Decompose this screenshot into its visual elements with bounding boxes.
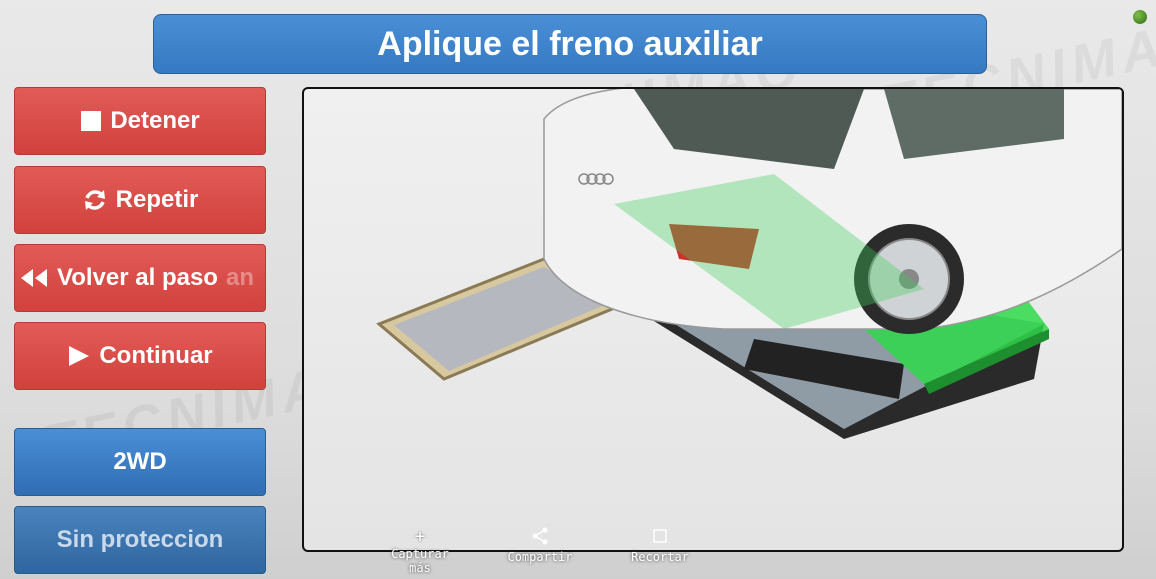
plus-icon: +	[414, 526, 426, 547]
crop-icon	[651, 527, 669, 550]
back-button-label-overflow: an	[225, 264, 254, 291]
back-button-label: Volver al paso	[57, 264, 218, 291]
brake-test-illustration	[376, 89, 1122, 439]
rewind-icon	[19, 267, 49, 289]
continue-button[interactable]: Continuar	[14, 322, 266, 390]
repeat-button[interactable]: Repetir	[14, 166, 266, 234]
drive-mode-label: 2WD	[113, 448, 167, 475]
play-icon	[67, 344, 91, 368]
capture-label-cont: más	[409, 561, 431, 575]
stop-button[interactable]: Detener	[14, 87, 266, 155]
share-label: Compartir	[507, 550, 573, 564]
share-icon	[531, 527, 549, 550]
stop-icon	[80, 110, 102, 132]
back-button[interactable]: Volver al paso an	[14, 244, 266, 312]
capture-more-button[interactable]: + Capturar más	[380, 527, 460, 577]
crop-label: Recortar	[631, 550, 689, 564]
repeat-button-label: Repetir	[115, 186, 199, 213]
stop-button-label: Detener	[110, 107, 200, 134]
refresh-icon	[82, 187, 108, 213]
drive-mode-button[interactable]: 2WD	[14, 428, 266, 496]
share-button[interactable]: Compartir	[500, 527, 580, 577]
bottom-toolbar: + Capturar más Compartir Recortar	[380, 527, 780, 577]
status-indicator	[1133, 10, 1147, 24]
continue-button-label: Continuar	[99, 342, 213, 369]
protection-button[interactable]: Sin proteccion	[14, 506, 266, 574]
scene-viewport	[302, 87, 1124, 552]
crop-button[interactable]: Recortar	[620, 527, 700, 577]
page-title: Aplique el freno auxiliar	[153, 14, 987, 74]
capture-label: Capturar	[391, 547, 449, 561]
protection-label: Sin proteccion	[56, 526, 224, 553]
